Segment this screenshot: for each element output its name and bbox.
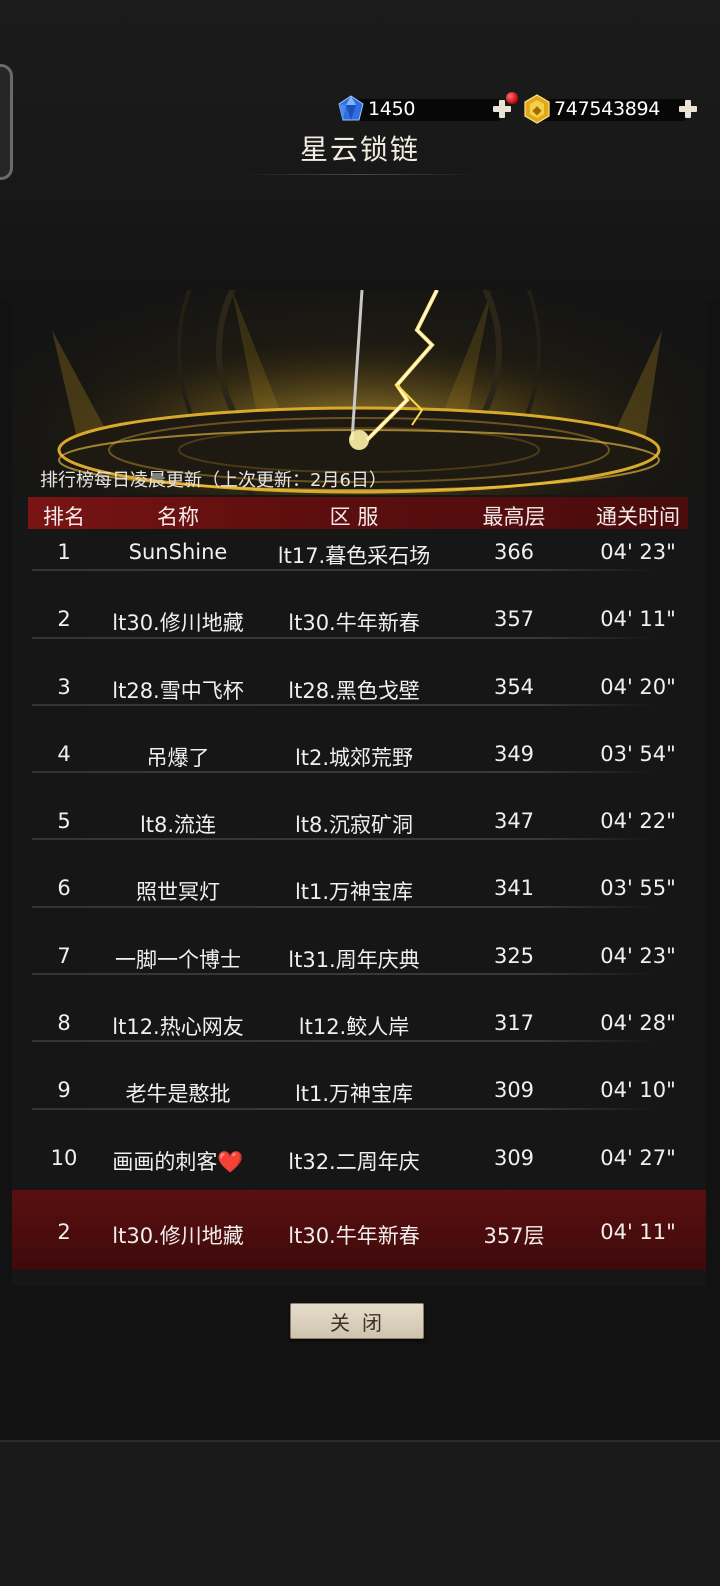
rank-cell: 9: [57, 1078, 71, 1103]
rank-cell: 4: [57, 741, 71, 766]
gem-amount: 1450: [368, 98, 416, 120]
gold-coin-icon: ◆: [524, 94, 550, 124]
rank-cell: 5: [57, 809, 71, 834]
floor-cell: 357: [493, 607, 535, 632]
row-divider: [32, 838, 656, 841]
page-title: 星云锁链: [299, 133, 420, 166]
floor-cell: 309: [493, 1078, 535, 1103]
table-row[interactable]: 4 吊爆了 lt2.城郊荒野 349 03' 54": [28, 732, 688, 799]
header-floor: 最高层: [482, 505, 546, 529]
table-row[interactable]: 8 lt12.热心网友 lt12.鲛人岸 317 04' 28": [28, 1001, 688, 1068]
server-cell: lt30.牛年新春: [288, 611, 420, 636]
rank-cell: 2: [57, 607, 71, 632]
name-cell: lt8.流连: [139, 813, 217, 838]
gem-currency: 1450: [336, 95, 516, 122]
header-server: 区 服: [329, 505, 379, 529]
floor-cell: 354: [493, 674, 535, 699]
row-divider: [32, 1107, 656, 1110]
update-note: 排行榜每日凌晨更新（上次更新：2月6日）: [40, 470, 387, 491]
notification-dot-icon: [506, 92, 518, 104]
row-divider: [32, 973, 656, 976]
table-header: 排名 名称 区 服 最高层 通关时间: [28, 497, 688, 529]
server-cell: lt2.城郊荒野: [294, 745, 414, 770]
time-cell: 04' 28": [600, 1011, 676, 1036]
my-time: 04' 11": [600, 1220, 676, 1244]
lightning-altar-illustration: [12, 290, 706, 495]
floor-cell: 317: [493, 1011, 535, 1036]
rank-cell: 8: [57, 1011, 71, 1036]
table-row[interactable]: 9 老牛是憨批 lt1.万神宝库 309 04' 10": [28, 1068, 688, 1135]
server-cell: lt1.万神宝库: [294, 880, 414, 905]
table-row[interactable]: 7 一脚一个博士 lt31.周年庆典 325 04' 23": [28, 934, 688, 1001]
add-gold-plus-icon[interactable]: [678, 99, 698, 119]
my-ranking-row: 2 lt30.修川地藏 lt30.牛年新春 357层 04' 11": [12, 1190, 706, 1270]
floor-cell: 349: [493, 741, 535, 766]
banner-art: [12, 290, 706, 495]
rank-cell: 3: [57, 674, 71, 699]
my-rank: 2: [57, 1220, 71, 1244]
time-cell: 04' 20": [600, 674, 676, 699]
floor-cell: 347: [493, 809, 535, 834]
table-row[interactable]: 6 照世冥灯 lt1.万神宝库 341 03' 55": [28, 866, 688, 933]
header-time: 通关时间: [596, 505, 680, 529]
row-divider: [32, 905, 656, 908]
time-cell: 03' 55": [600, 876, 676, 901]
table-row[interactable]: 5 lt8.流连 lt8.沉寂矿洞 347 04' 22": [28, 799, 688, 866]
server-cell: lt1.万神宝库: [294, 1082, 414, 1107]
time-cell: 04' 27": [600, 1145, 676, 1170]
name-cell: lt28.雪中飞杯: [112, 678, 244, 703]
name-cell: lt12.热心网友: [112, 1015, 244, 1040]
name-cell: 吊爆了: [146, 745, 210, 770]
header-rank: 排名: [43, 505, 85, 529]
gold-amount: 747543894: [554, 98, 661, 120]
row-divider: [32, 636, 656, 639]
my-floor: 357层: [483, 1224, 545, 1248]
time-cell: 04' 11": [600, 607, 676, 632]
server-cell: lt12.鲛人岸: [298, 1015, 410, 1040]
header-name: 名称: [157, 505, 199, 529]
time-cell: 04' 23": [600, 540, 676, 564]
time-cell: 03' 54": [600, 741, 676, 766]
server-cell: lt17.暮色采石场: [277, 544, 431, 568]
table-row[interactable]: 1 SunShine lt17.暮色采石场 366 04' 23": [28, 530, 688, 597]
my-server: lt30.牛年新春: [288, 1224, 420, 1248]
floor-cell: 341: [493, 876, 535, 901]
floor-cell: 309: [493, 1145, 535, 1170]
time-cell: 04' 22": [600, 809, 676, 834]
row-divider: [32, 1040, 656, 1043]
row-divider: [32, 771, 656, 774]
name-cell: 画画的刺客❤️: [112, 1149, 244, 1174]
row-divider: [32, 703, 656, 706]
rank-cell: 1: [57, 540, 71, 564]
server-cell: lt31.周年庆典: [288, 947, 420, 972]
server-cell: lt32.二周年庆: [288, 1149, 420, 1174]
time-cell: 04' 23": [600, 943, 676, 968]
close-button[interactable]: 关闭: [290, 1303, 424, 1339]
rank-cell: 10: [50, 1145, 78, 1170]
table-row[interactable]: 2 lt30.修川地藏 lt30.牛年新春 357 04' 11": [28, 597, 688, 664]
floor-cell: 366: [493, 540, 535, 564]
svg-text:◆: ◆: [532, 103, 542, 117]
name-cell: 一脚一个博士: [115, 947, 241, 972]
name-cell: 照世冥灯: [136, 880, 220, 905]
time-cell: 04' 10": [600, 1078, 676, 1103]
blue-gem-icon: [338, 95, 364, 121]
name-cell: SunShine: [128, 540, 228, 564]
server-cell: lt28.黑色戈壁: [288, 678, 420, 703]
server-cell: lt8.沉寂矿洞: [294, 813, 414, 838]
title-divider: [240, 174, 480, 175]
gold-currency: ◆ 747543894: [522, 94, 702, 124]
row-divider: [32, 569, 656, 572]
my-name: lt30.修川地藏: [112, 1224, 244, 1248]
ranking-list: 1 SunShine lt17.暮色采石场 366 04' 23" 2 lt30…: [28, 530, 688, 1203]
name-cell: lt30.修川地藏: [112, 611, 244, 636]
name-cell: 老牛是憨批: [125, 1082, 231, 1107]
bottom-background: [0, 1440, 720, 1586]
rank-cell: 7: [57, 943, 71, 968]
rank-cell: 6: [57, 876, 71, 901]
floor-cell: 325: [493, 943, 535, 968]
table-row[interactable]: 3 lt28.雪中飞杯 lt28.黑色戈壁 354 04' 20": [28, 665, 688, 732]
